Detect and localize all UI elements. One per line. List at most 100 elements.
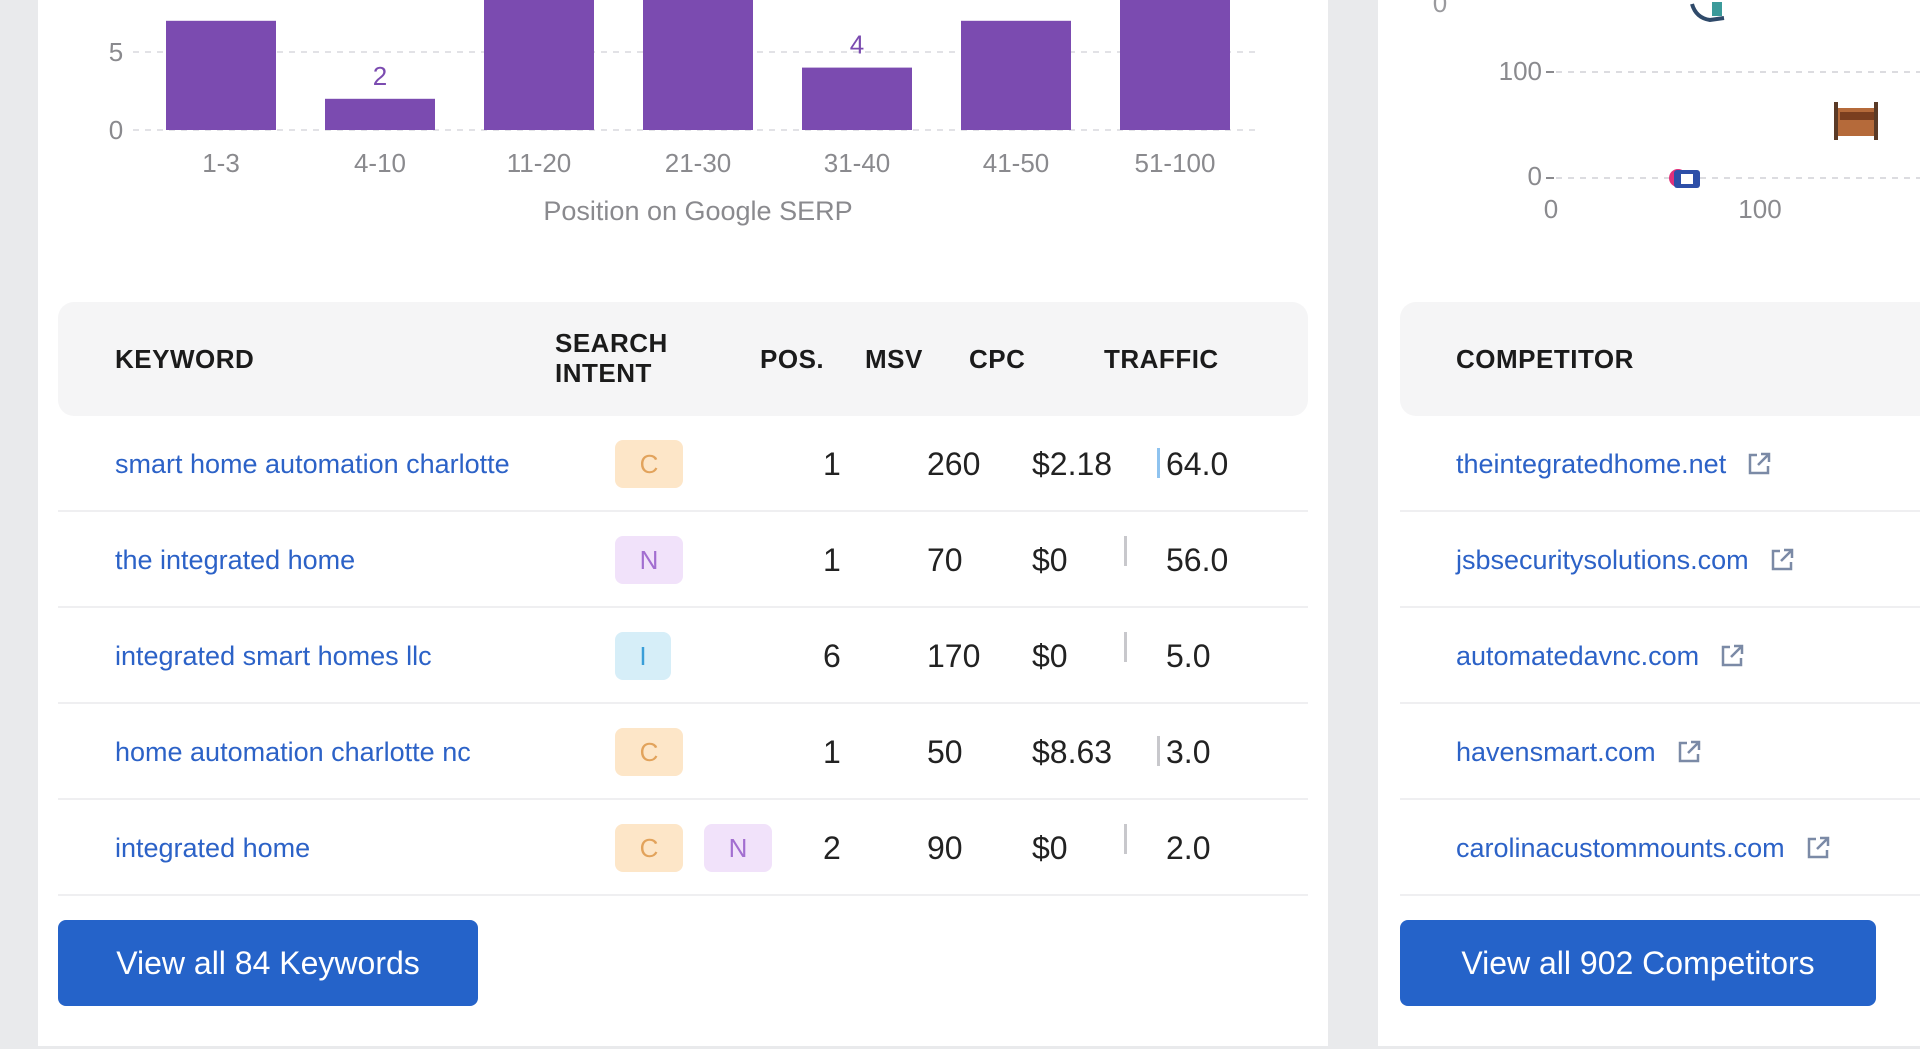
msv-value: 50 [927,733,963,770]
competitor-link[interactable]: jsbsecuritysolutions.com [1456,545,1749,576]
competitor-cell: jsbsecuritysolutions.com [1456,512,1795,608]
traffic-value: 56.0 [1166,541,1229,578]
chart-x-tick: 4-10 [354,148,406,178]
msv-value: 170 [927,637,981,674]
competitor-row: automatedavnc.com [1400,608,1920,704]
cpc-indicator [1124,824,1127,854]
chart-bar-4-10[interactable] [325,98,435,130]
position-value: 6 [823,637,841,674]
traffic-value: 3.0 [1166,733,1211,770]
competitor-point-logo[interactable] [1834,102,1878,140]
competitor-logo-partial [1690,2,1725,23]
external-link-icon[interactable] [1719,643,1745,669]
competitor-cell: carolinacustommounts.com [1456,800,1831,896]
col-keyword: KEYWORD [115,344,255,374]
chart-bar-21-30[interactable] [643,0,753,130]
cpc-indicator [1124,536,1127,566]
keyword-link[interactable]: the integrated home [115,512,355,608]
chart-x-tick: 31-40 [824,148,891,178]
cpc-value: $0 [1032,829,1068,866]
keyword-link[interactable]: smart home automation charlotte [115,416,510,512]
msv-value: 260 [927,445,981,482]
competitor-link[interactable]: carolinacustommounts.com [1456,833,1785,864]
cpc-indicator [1157,448,1160,478]
keyword-link[interactable]: integrated smart homes llc [115,608,432,704]
competitor-point-logo[interactable] [1669,169,1700,188]
col-pos: POS. [760,344,825,374]
keyword-row: integrated smart homes llc I 6 170 $0 5.… [58,608,1308,704]
competitor-link[interactable]: automatedavnc.com [1456,641,1699,672]
scatter-y-tick-100: 100 [1499,56,1542,86]
external-link-icon[interactable] [1769,547,1795,573]
chart-bar-11-20[interactable] [484,0,594,130]
chart-bar-1-3[interactable] [166,20,276,130]
chart-x-tick: 21-30 [665,148,732,178]
keywords-table-header: KEYWORD SEARCH INTENT POS. MSV CPC TRAFF… [58,302,1308,416]
keyword-row: home automation charlotte nc C 1 50 $8.6… [58,704,1308,800]
traffic-value: 2.0 [1166,829,1211,866]
scatter-x-tick-100: 100 [1738,194,1781,224]
col-search-intent-line2: INTENT [555,358,652,388]
competitor-cell: theintegratedhome.net [1456,416,1772,512]
cpc-indicator [1124,632,1127,662]
chart-xlabel: Position on Google SERP [543,196,852,226]
cpc-value: $2.18 [1032,445,1113,482]
competitors-card: 0 100 0 0 100 COMPETITOR theintegratedho… [1378,0,1920,1046]
chart-bar-41-50[interactable] [961,20,1071,130]
chart-bar-31-40[interactable] [802,67,912,130]
chart-x-tick: 51-100 [1135,148,1216,178]
view-all-keywords-button[interactable]: View all 84 Keywords [58,920,478,1006]
col-search-intent-line1: SEARCH [555,328,668,358]
chart-x-tick: 1-3 [202,148,240,178]
col-search-intent: SEARCH INTENT [555,328,668,388]
chart-x-tick: 41-50 [983,148,1050,178]
position-value: 1 [823,733,841,770]
traffic-value: 5.0 [1166,637,1211,674]
keyword-link[interactable]: home automation charlotte nc [115,704,471,800]
competitor-link[interactable]: theintegratedhome.net [1456,449,1726,480]
competitor-row: jsbsecuritysolutions.com [1400,512,1920,608]
scatter-partial-tick: 0 [1433,0,1447,18]
competitor-table-header: COMPETITOR [1400,302,1920,416]
position-value: 1 [823,541,841,578]
position-distribution-chart: 0 5 1-3 4-10 2 11-20 21-30 31-40 4 41-50 51-100 Po… [109,0,1258,226]
scatter-y-tick-0: 0 [1528,161,1542,191]
position-value: 1 [823,445,841,482]
msv-value: 90 [927,829,963,866]
competitor-cell: havensmart.com [1456,704,1702,800]
chart-x-tick: 11-20 [507,148,572,178]
chart-y-tick: 0 [109,115,123,145]
intent-badge-informational: I [615,632,671,680]
view-all-competitors-button[interactable]: View all 902 Competitors [1400,920,1876,1006]
chart-y-tick: 5 [109,37,123,67]
competitor-scatter-chart: 0 100 0 0 100 [1433,0,1920,224]
intent-badge-navigational: N [704,824,772,872]
cpc-value: $0 [1032,541,1068,578]
chart-bar-value-label: 2 [373,61,387,91]
keyword-link[interactable]: integrated home [115,800,310,896]
keyword-row: the integrated home N 1 70 $0 56.0 [58,512,1308,608]
intent-badge-navigational: N [615,536,683,584]
competitor-link[interactable]: havensmart.com [1456,737,1656,768]
msv-value: 70 [927,541,963,578]
competitor-row: havensmart.com [1400,704,1920,800]
keywords-card: 0 5 1-3 4-10 2 11-20 21-30 31-40 4 41-50 51-100 Po… [38,0,1328,1046]
col-traffic: TRAFFIC [1104,344,1219,374]
col-competitor: COMPETITOR [1456,344,1634,374]
intent-badge-commercial: C [615,824,683,872]
external-link-icon[interactable] [1676,739,1702,765]
external-link-icon[interactable] [1805,835,1831,861]
cpc-indicator [1157,736,1160,766]
col-msv: MSV [865,344,923,374]
col-cpc: CPC [969,344,1026,374]
cpc-value: $8.63 [1032,733,1113,770]
keyword-row: smart home automation charlotte C 1 260 … [58,416,1308,512]
chart-bar-value-label: 4 [850,30,864,60]
external-link-icon[interactable] [1746,451,1772,477]
position-value: 2 [823,829,841,866]
traffic-value: 64.0 [1166,445,1229,482]
chart-bar-51-100[interactable] [1120,0,1230,130]
keyword-row: integrated home C N 2 90 $0 2.0 [58,800,1308,896]
cpc-value: $0 [1032,637,1068,674]
scatter-x-tick-0: 0 [1544,194,1558,224]
